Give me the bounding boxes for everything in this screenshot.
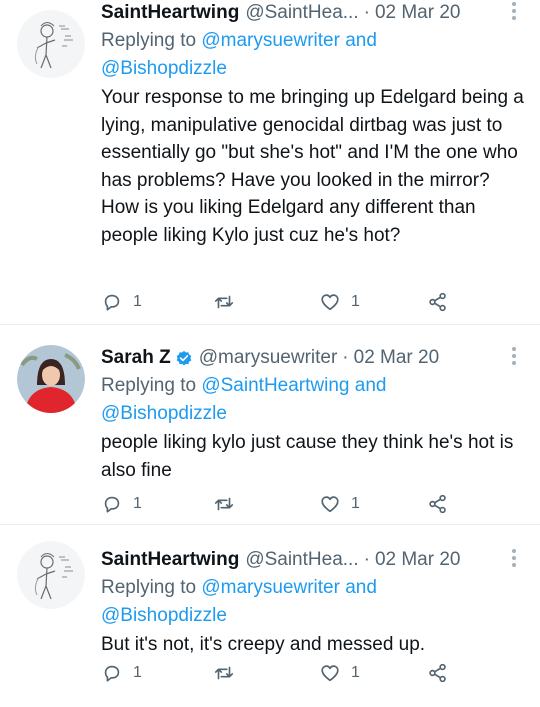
reply-button[interactable]: 1	[101, 291, 142, 313]
reply-icon	[104, 294, 120, 311]
share-button[interactable]	[427, 291, 449, 313]
tweet[interactable]: SaintHeartwing @SaintHea... · 02 Mar 20 …	[0, 0, 540, 325]
profile-photo-icon	[17, 345, 85, 413]
tweet-date[interactable]: 02 Mar 20	[375, 2, 461, 24]
replying-prefix: Replying to	[101, 375, 202, 396]
display-name[interactable]: SaintHeartwing	[101, 549, 239, 571]
reply-button[interactable]: 1	[101, 662, 142, 684]
sketch-avatar-icon	[17, 541, 85, 609]
avatar[interactable]	[17, 345, 85, 413]
action-bar: 1 1	[101, 661, 524, 685]
mention-link[interactable]: @Bishopdizzle	[101, 403, 227, 424]
reply-icon	[104, 665, 120, 682]
retweet-button[interactable]	[213, 291, 235, 313]
mention-link[interactable]: @SaintHeartwing	[201, 375, 349, 396]
separator-dot: ·	[342, 347, 349, 368]
mention-join: and	[349, 375, 387, 396]
like-count: 1	[351, 293, 360, 310]
retweet-icon	[214, 666, 234, 680]
replying-prefix: Replying to	[101, 577, 202, 598]
tweet-date[interactable]: 02 Mar 20	[354, 347, 440, 369]
tweet-header: Sarah Z @marysuewriter · 02 Mar 20	[101, 345, 524, 371]
like-button[interactable]: 1	[319, 291, 360, 313]
display-name[interactable]: Sarah Z	[101, 347, 171, 369]
more-options-icon[interactable]	[512, 347, 518, 368]
reply-count: 1	[133, 293, 142, 310]
like-button[interactable]: 1	[319, 662, 360, 684]
mention-join: and	[339, 30, 377, 51]
share-button[interactable]	[427, 662, 449, 684]
mention-link[interactable]: @Bishopdizzle	[101, 605, 227, 626]
user-handle[interactable]: @marysuewriter	[199, 347, 338, 369]
reply-count: 1	[133, 664, 142, 681]
user-handle[interactable]: @SaintHea...	[245, 2, 358, 24]
more-options-icon[interactable]	[512, 549, 518, 570]
heart-icon	[321, 665, 339, 682]
replying-prefix: Replying to	[101, 30, 202, 51]
verified-badge-icon	[176, 350, 191, 366]
share-icon	[429, 494, 446, 514]
like-count: 1	[351, 664, 360, 681]
tweet-text: But it's not, it's creepy and messed up.	[101, 634, 426, 655]
share-button[interactable]	[427, 493, 449, 515]
avatar[interactable]	[17, 541, 85, 609]
retweet-icon	[214, 497, 234, 511]
like-button[interactable]: 1	[319, 493, 360, 515]
tweet-header: SaintHeartwing @SaintHea... · 02 Mar 20	[101, 0, 524, 26]
separator-dot: ·	[363, 549, 370, 570]
action-bar: 1 1	[101, 290, 524, 314]
retweet-button[interactable]	[213, 662, 235, 684]
retweet-icon	[214, 295, 234, 309]
replying-to: Replying to @marysuewriter and @Bishopdi…	[101, 574, 524, 630]
more-options-icon[interactable]	[512, 2, 518, 23]
separator-dot: ·	[363, 2, 370, 23]
share-icon	[429, 292, 446, 312]
mention-link[interactable]: @marysuewriter	[201, 30, 340, 51]
reply-icon	[104, 496, 120, 513]
tweet[interactable]: SaintHeartwing @SaintHea... · 02 Mar 20 …	[0, 525, 540, 707]
retweet-button[interactable]	[213, 493, 235, 515]
avatar[interactable]	[17, 10, 85, 78]
user-handle[interactable]: @SaintHea...	[245, 549, 358, 571]
tweet-header: SaintHeartwing @SaintHea... · 02 Mar 20	[101, 547, 524, 573]
tweet-text: Your response to me bringing up Edelgard…	[101, 87, 524, 246]
action-bar: 1 1	[101, 492, 524, 516]
replying-to: Replying to @marysuewriter and @Bishopdi…	[101, 27, 524, 83]
tweet-date[interactable]: 02 Mar 20	[375, 549, 461, 571]
mention-link[interactable]: @marysuewriter	[201, 577, 340, 598]
share-icon	[429, 663, 446, 683]
heart-icon	[321, 294, 339, 311]
display-name[interactable]: SaintHeartwing	[101, 2, 239, 24]
heart-icon	[321, 496, 339, 513]
sketch-avatar-icon	[17, 10, 85, 78]
tweet-text: people liking kylo just cause they think…	[101, 432, 514, 481]
tweet[interactable]: Sarah Z @marysuewriter · 02 Mar 20 Reply…	[0, 325, 540, 525]
reply-count: 1	[133, 495, 142, 512]
reply-button[interactable]: 1	[101, 493, 142, 515]
mention-join: and	[339, 577, 377, 598]
mention-link[interactable]: @Bishopdizzle	[101, 58, 227, 79]
replying-to: Replying to @SaintHeartwing and @Bishopd…	[101, 372, 524, 428]
like-count: 1	[351, 495, 360, 512]
